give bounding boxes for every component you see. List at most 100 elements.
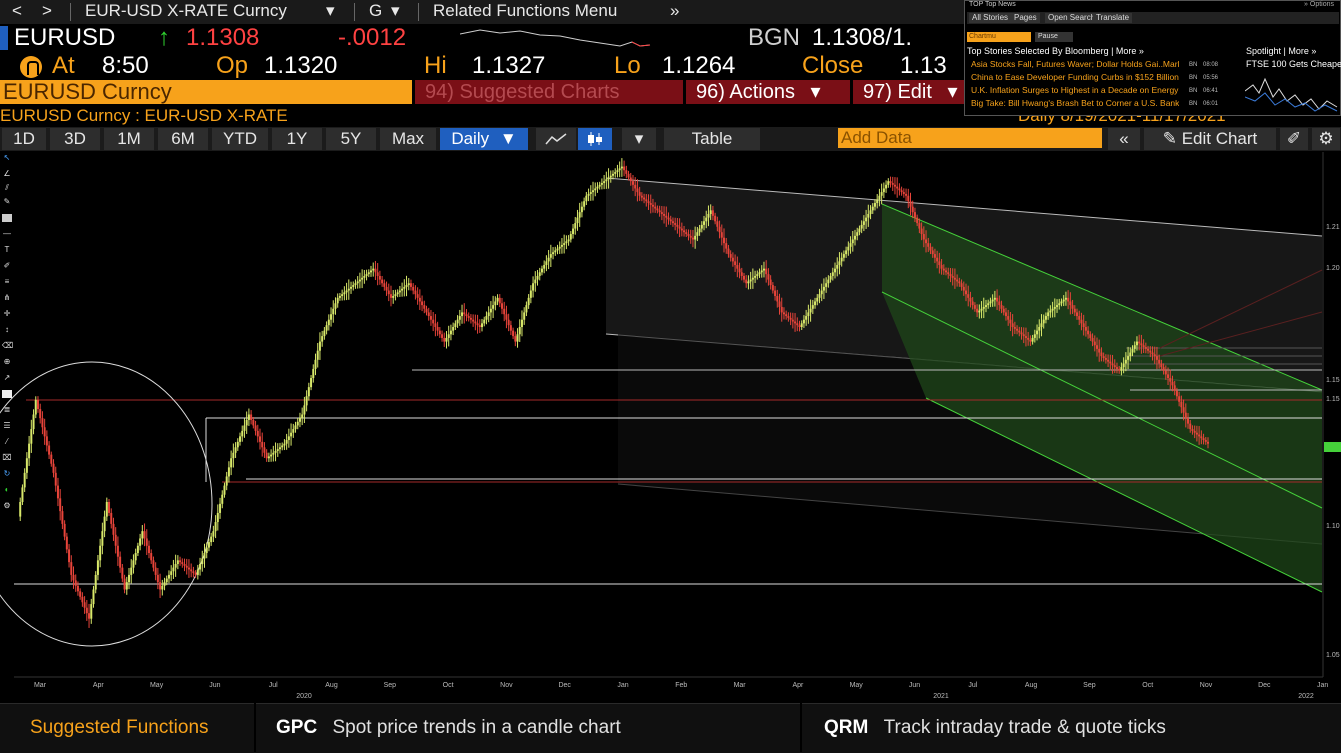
candle-body [298,418,301,422]
candle-body [871,206,874,211]
candle-body [849,243,852,247]
candle-body [703,221,706,225]
candle-body [414,290,417,295]
candle-body [909,201,912,207]
candle-body [1169,378,1172,382]
edit-chart-label: Edit Chart [1181,129,1258,148]
candle-body [74,580,77,586]
chevron-down-icon[interactable]: ▾ [391,1,400,21]
pause-button[interactable]: Pause [1035,32,1073,42]
candle-body [321,336,324,342]
chevron-down-icon[interactable]: ▾ [326,1,335,21]
candle-body [723,237,726,244]
suggested-function-qrm[interactable]: QRM Track intraday trade & quote ticks [824,703,1166,752]
add-data-input[interactable]: Add Data [838,128,1102,148]
news-panel[interactable]: TOP Top News » Options All Stories Pages… [964,0,1341,116]
candle-body [301,414,304,419]
window-title[interactable]: EUR-USD X-RATE Curncy [85,1,287,21]
candle-body [23,472,26,488]
chart-type-dropdown-icon[interactable]: ▾ [622,128,656,150]
chevron-down-icon: ▼ [499,129,517,148]
x-tick-label: Jul [968,682,977,689]
collapse-icon[interactable]: « [1108,128,1140,150]
suggested-charts-button[interactable]: 94) Suggested Charts [415,80,683,104]
candle-body [214,522,217,532]
period-3d[interactable]: 3D [50,128,100,150]
edit-button[interactable]: 97) Edit ▾ [853,80,965,104]
period-1d[interactable]: 1D [2,128,46,150]
candle-body [729,254,732,258]
news-options[interactable]: » Options [1304,1,1334,8]
bid-ask: 1.1308/1. [812,24,913,51]
candle-body [265,452,268,459]
candle-body [247,414,250,420]
candle-body [776,296,779,302]
actions-button[interactable]: 96) Actions ▾ [686,80,850,104]
menu-g[interactable]: G [369,1,382,21]
period-1m[interactable]: 1M [104,128,154,150]
spotlight-title[interactable]: FTSE 100 Gets Cheaper [1246,59,1341,69]
news-story[interactable]: China to Ease Developer Funding Curbs in… [971,72,1179,82]
candle-body [1013,327,1016,329]
candle-body [1000,305,1003,309]
news-story[interactable]: U.K. Inflation Surges to Highest in a De… [971,85,1179,95]
candle-body [1078,316,1081,320]
candle-body [476,323,479,326]
candle-body [1073,308,1076,313]
forward-arrow-icon[interactable]: > [42,1,52,21]
candle-body [638,192,641,196]
gear-icon[interactable]: ⚙ [1312,128,1340,150]
candle-body [538,272,541,276]
period-ytd[interactable]: YTD [212,128,268,150]
tab-translate[interactable]: Translate [1093,13,1133,23]
ticker[interactable]: EURUSD [14,24,115,52]
candle-body [987,303,990,306]
period-6m[interactable]: 6M [158,128,208,150]
frequency-dropdown[interactable]: Daily ▼ [440,128,528,150]
candle-body [500,303,503,309]
suggested-function-gpc[interactable]: GPC Spot price trends in a candle chart [276,703,621,752]
candle-body [778,301,781,307]
candle-body [481,323,484,327]
annotate-icon[interactable]: ✐ [1280,128,1308,150]
candle-body [945,270,948,273]
candle-body [256,430,259,437]
back-arrow-icon[interactable]: < [12,1,22,21]
candle-body [818,294,821,298]
function-code: QRM [824,717,869,738]
candle-body [385,286,388,291]
candle-body [825,283,828,287]
security-name[interactable]: EURUSD Curncy [0,80,412,104]
candle-body [230,458,233,468]
table-button[interactable]: Table [664,128,760,150]
period-5y[interactable]: 5Y [326,128,376,150]
y-tick-label: 1.10 [1326,523,1340,530]
news-story[interactable]: Asia Stocks Fall, Futures Waver; Dollar … [971,59,1179,69]
tab-pages[interactable]: Pages [1011,13,1040,23]
candle-body [1060,301,1063,304]
candle-body [636,188,639,193]
net-change: -.0012 [338,24,407,51]
tab-open-search[interactable]: Open Search [1045,13,1099,23]
line-chart-icon[interactable] [536,128,576,150]
candle-body [221,494,224,504]
candle-body [1107,359,1110,362]
price-chart[interactable]: 1.211.201.151.151.131.101.05 MarAprMayJu… [0,152,1341,702]
candle-chart-icon[interactable] [578,128,612,150]
candle-body [982,306,985,309]
related-functions-menu[interactable]: Related Functions Menu [433,1,617,21]
candle-body [505,314,508,320]
period-max[interactable]: Max [380,128,436,150]
edit-chart-button[interactable]: ✎ Edit Chart [1144,128,1276,150]
candle-body [152,560,155,568]
candle-body [714,215,717,222]
news-search-input[interactable]: Chartmu [967,32,1031,42]
candle-body [782,312,785,315]
candle-body [201,558,204,564]
tab-all-stories[interactable]: All Stories [969,13,1012,23]
x-tick-label: Nov [1200,682,1213,689]
double-chevron-down-icon[interactable]: » [670,1,679,21]
candle-body [929,246,932,251]
news-story[interactable]: Big Take: Bill Hwang's Brash Bet to Corn… [971,98,1179,108]
period-1y[interactable]: 1Y [272,128,322,150]
